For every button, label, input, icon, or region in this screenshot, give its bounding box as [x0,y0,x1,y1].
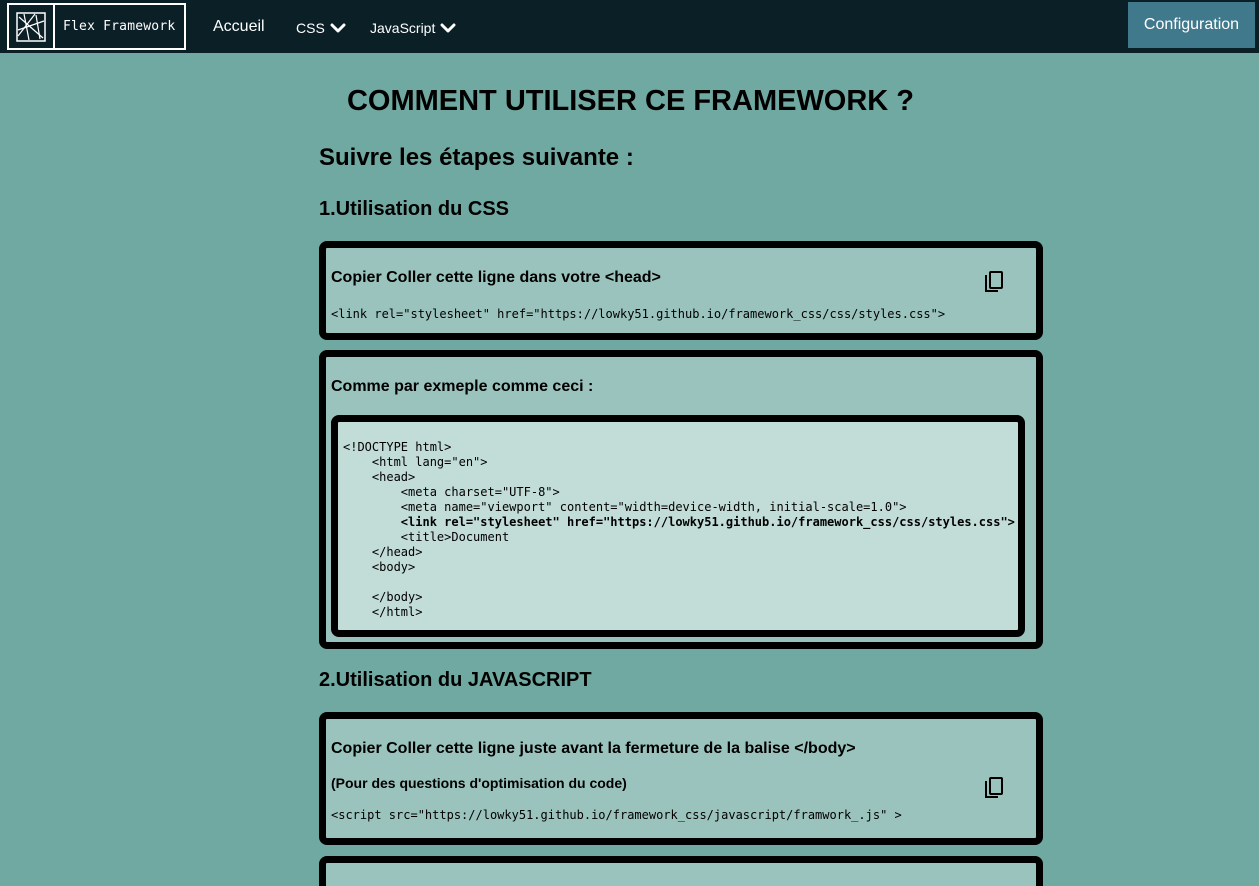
page-subtitle: Suivre les étapes suivante : [319,144,634,171]
nav-accueil[interactable]: Accueil [213,17,265,37]
code-line-highlight: <link rel="stylesheet" href="https://low… [343,515,1015,529]
code-line: <head> [343,470,416,484]
next-card [319,856,1043,886]
css-link-card-title: Copier Coller cette ligne dans votre <he… [331,269,661,286]
section-css-heading: 1.Utilisation du CSS [319,198,510,220]
css-example-card: Comme par exmeple comme ceci : <!DOCTYPE… [319,350,1043,649]
logo[interactable]: Flex Framework [7,3,186,50]
chevron-down-icon [330,23,346,33]
js-script-card-title: Copier Coller cette ligne juste avant la… [331,740,856,757]
configuration-button[interactable]: Configuration [1128,2,1255,48]
code-line: <body> [343,560,416,574]
js-script-card: Copier Coller cette ligne juste avant la… [319,712,1043,845]
code-line: <meta name="viewport" content="width=dev… [343,500,907,514]
page-title: COMMENT UTILISER CE FRAMEWORK ? [346,85,915,117]
logo-icon [9,5,55,48]
code-example[interactable]: <!DOCTYPE html> <html lang="en"> <head> … [343,440,1015,620]
nav-javascript[interactable]: JavaScript [370,18,456,38]
js-script-card-subtitle: (Pour des questions d'optimisation du co… [331,775,627,791]
code-line: <title>Document [343,530,510,544]
code-line: <meta charset="UTF-8"> [343,485,560,499]
js-script-code[interactable]: <script src="https://lowky51.github.io/f… [331,808,902,822]
code-line: </head> [343,545,423,559]
copy-icon[interactable] [983,776,1005,800]
code-example-box: <!DOCTYPE html> <html lang="en"> <head> … [331,415,1025,637]
chevron-down-icon [440,23,456,33]
nav-css-label: CSS [296,20,325,36]
code-line: <html lang="en"> [343,455,488,469]
navbar: Flex Framework Accueil CSS JavaScript Co… [0,0,1259,53]
nav-javascript-label: JavaScript [370,20,436,36]
code-line: <!DOCTYPE html> [343,440,452,454]
css-link-code[interactable]: <link rel="stylesheet" href="https://low… [331,307,945,321]
section-js-heading: 2.Utilisation du JAVASCRIPT [319,669,592,691]
css-example-card-title: Comme par exmeple comme ceci : [331,378,594,395]
copy-icon[interactable] [983,270,1005,294]
nav-css[interactable]: CSS [296,18,346,38]
logo-text: Flex Framework [63,19,176,34]
code-line: </html> [343,605,423,619]
css-link-card: Copier Coller cette ligne dans votre <he… [319,241,1043,340]
code-line: </body> [343,590,423,604]
